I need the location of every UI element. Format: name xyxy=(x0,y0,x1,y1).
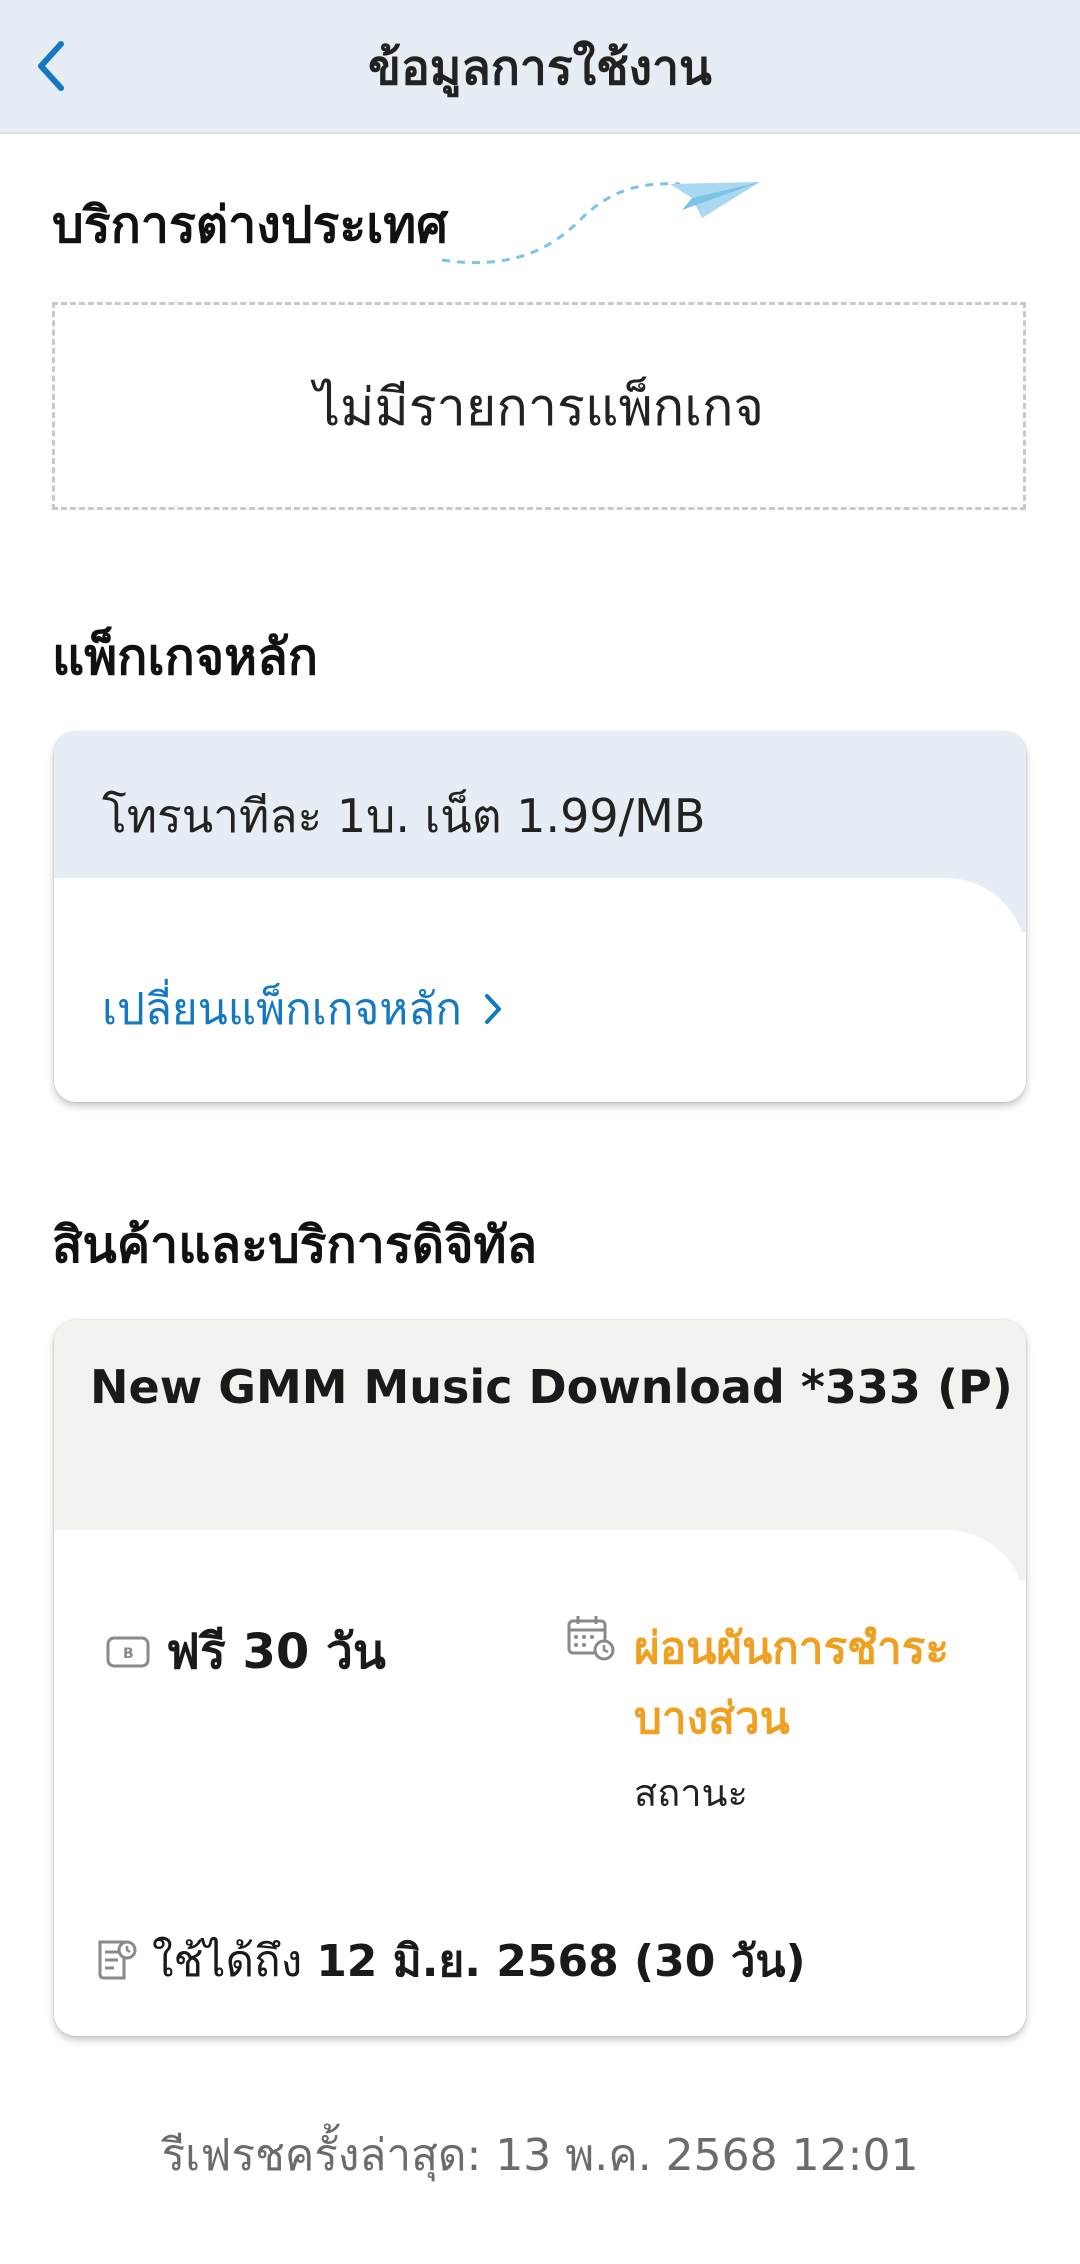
price-row: B ฟรี 30 วัน xyxy=(106,1614,386,1690)
digital-product-card-body: B ฟรี 30 วัน ผ่อนผันการชำระบางส่วน สถานะ xyxy=(54,1530,1026,2036)
usage-info-screen: ข้อมูลการใช้งาน บริการต่างประเทศ ไม่มีรา… xyxy=(0,0,1080,2264)
calendar-clock-icon xyxy=(567,1616,615,1661)
digital-product-card[interactable]: New GMM Music Download *333 (P) B ฟรี 30… xyxy=(54,1320,1026,2036)
svg-text:B: B xyxy=(123,1646,134,1662)
baht-price-icon: B xyxy=(106,1636,150,1668)
valid-until-date: 12 มิ.ย. 2568 (30 วัน) xyxy=(316,1936,806,1987)
document-clock-icon xyxy=(98,1940,137,1980)
main-plan-name: โทรนาทีละ 1บ. เน็ต 1.99/MB xyxy=(102,789,706,843)
chevron-right-icon xyxy=(484,994,501,1024)
price-text: ฟรี 30 วัน xyxy=(166,1624,386,1680)
status-value: ผ่อนผันการชำระบางส่วน xyxy=(634,1623,949,1744)
status-label: สถานะ xyxy=(634,1771,748,1815)
overseas-empty-box: ไม่มีรายการแพ็กเกจ xyxy=(52,302,1026,510)
top-app-bar: ข้อมูลการใช้งาน xyxy=(0,0,1080,134)
product-name: New GMM Music Download *333 (P) xyxy=(90,1360,1013,1414)
overseas-section-title: บริการต่างประเทศ xyxy=(52,196,448,254)
paper-plane-icon xyxy=(441,182,760,265)
change-main-package-label: เปลี่ยนแพ็กเกจหลัก xyxy=(102,984,462,1035)
overseas-empty-text: ไม่มีรายการแพ็กเกจ xyxy=(314,377,764,438)
main-package-card-body: เปลี่ยนแพ็กเกจหลัก xyxy=(54,878,1026,1102)
valid-until-row: ใช้ได้ถึง 12 มิ.ย. 2568 (30 วัน) xyxy=(94,1926,806,1996)
main-package-card: โทรนาทีละ 1บ. เน็ต 1.99/MB เปลี่ยนแพ็กเก… xyxy=(54,732,1026,1102)
last-refresh-text: รีเฟรชครั้งล่าสุด: 13 พ.ค. 2568 12:01 xyxy=(161,2130,919,2181)
digital-section-title: สินค้าและบริการดิจิทัล xyxy=(52,1216,538,1274)
valid-until-prefix: ใช้ได้ถึง xyxy=(152,1936,303,1987)
change-main-package-link[interactable]: เปลี่ยนแพ็กเกจหลัก xyxy=(102,974,502,1044)
page-title: ข้อมูลการใช้งาน xyxy=(368,40,712,96)
main-package-section-title: แพ็กเกจหลัก xyxy=(52,628,318,686)
